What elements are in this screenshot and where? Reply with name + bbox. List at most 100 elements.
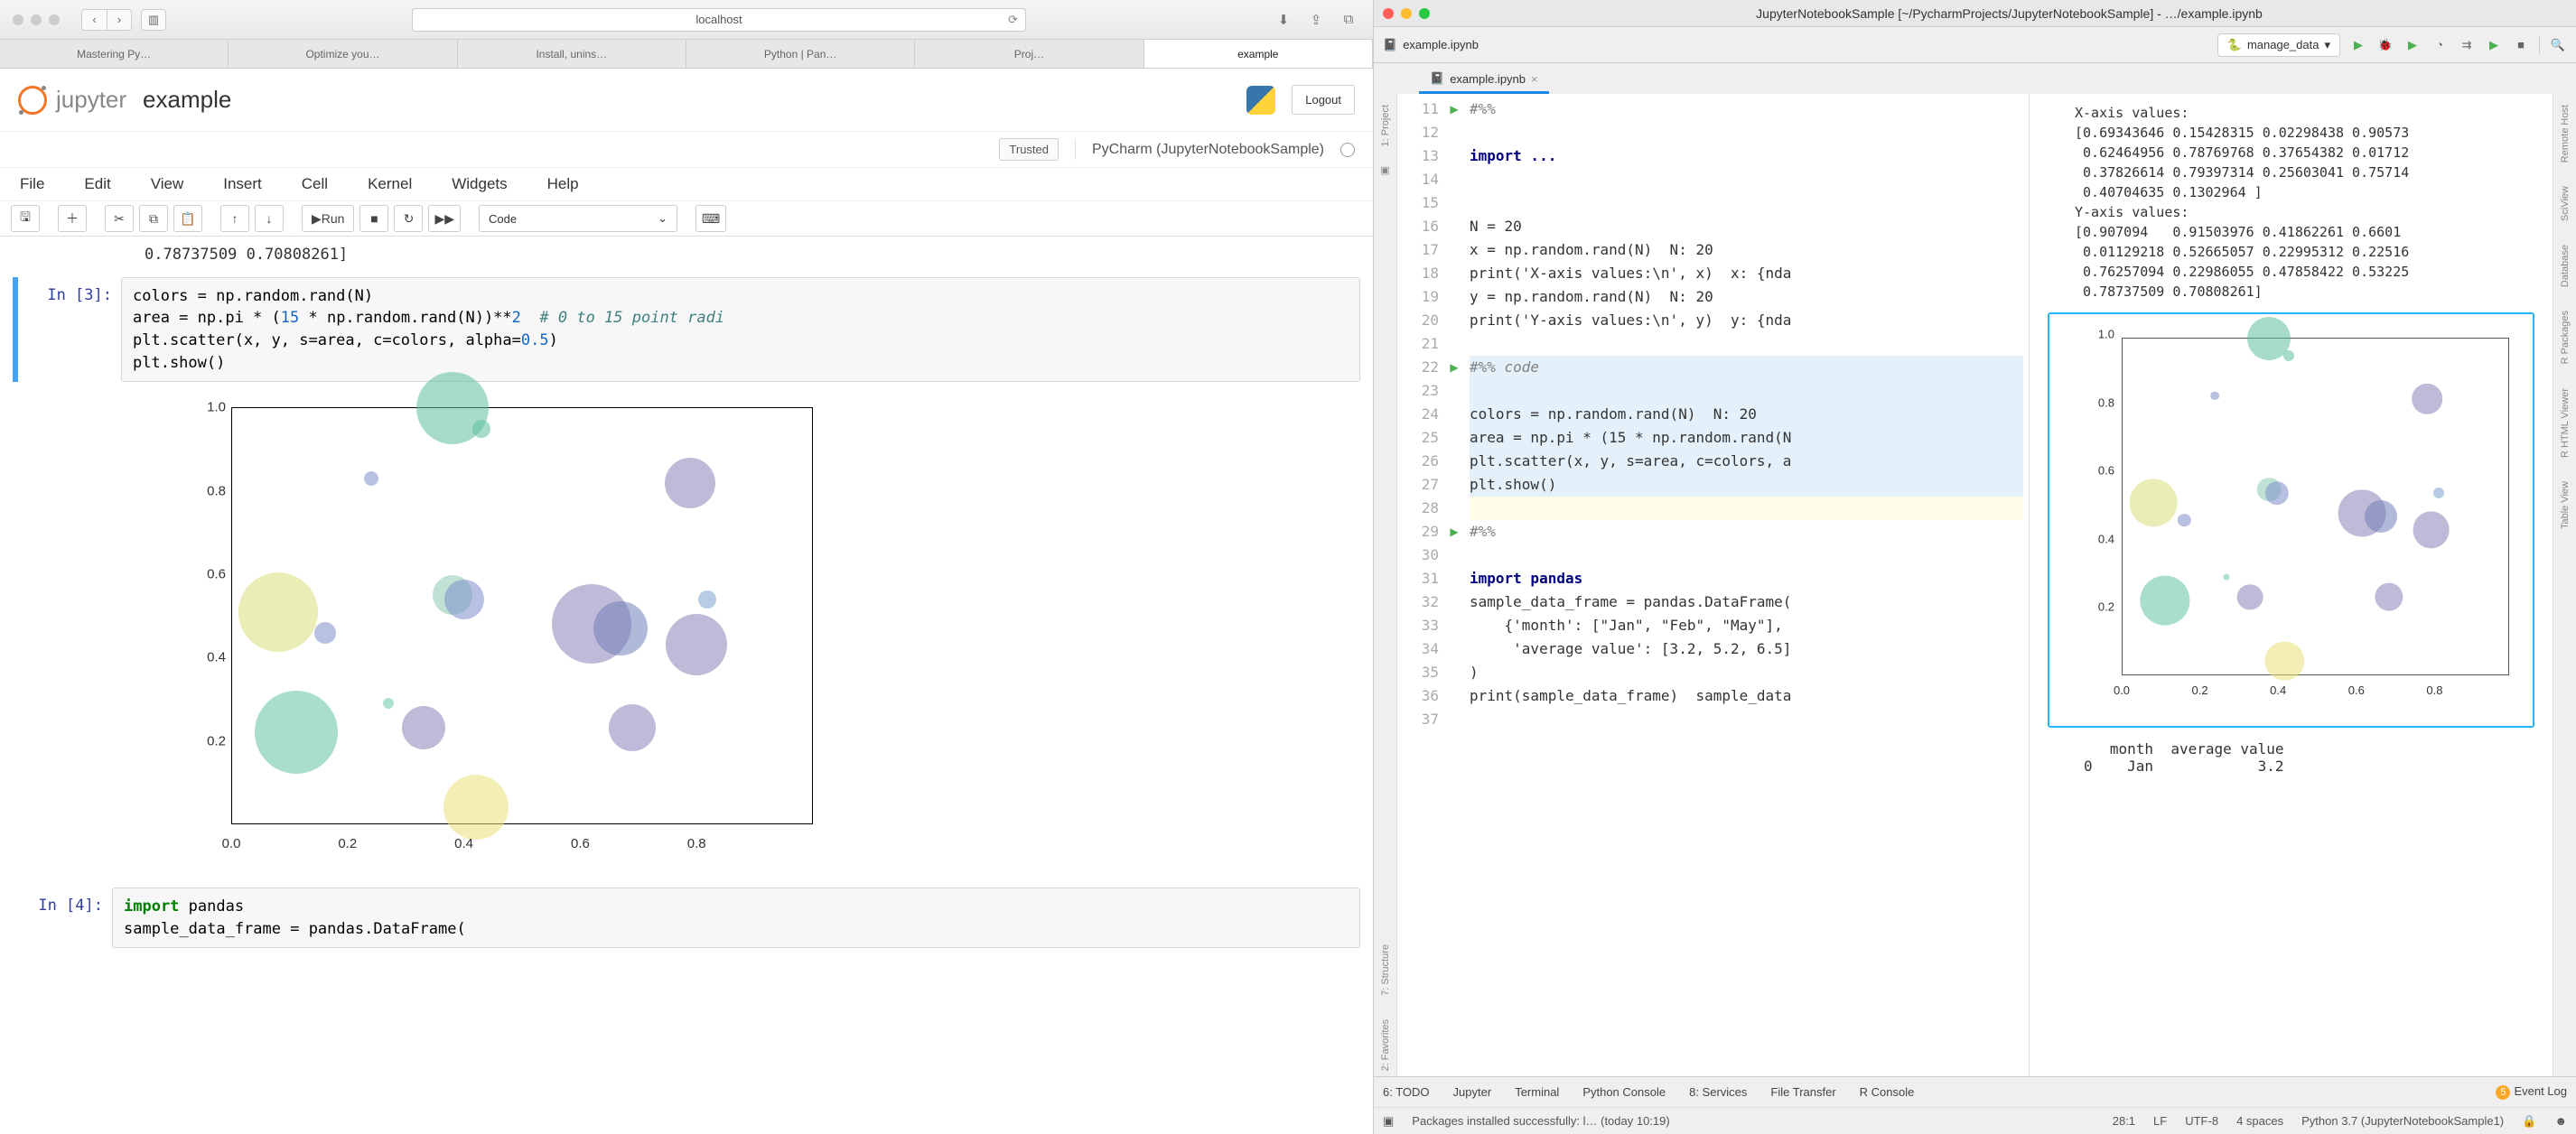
search-everywhere-icon[interactable]: 🔍 xyxy=(2549,36,2567,54)
profile-button[interactable]: ◔ xyxy=(2431,36,2449,54)
run-button[interactable]: ▶ xyxy=(2349,36,2367,54)
menu-widgets[interactable]: Widgets xyxy=(452,175,507,193)
rail-remote-host[interactable]: Remote Host xyxy=(2560,99,2571,168)
reload-icon[interactable]: ⟳ xyxy=(1008,13,1018,27)
bottom-jupyter[interactable]: Jupyter xyxy=(1453,1085,1492,1099)
status-pos[interactable]: 28:1 xyxy=(2113,1114,2135,1128)
in3-code[interactable]: colors = np.random.rand(N) area = np.pi … xyxy=(121,277,1360,383)
ide-max[interactable] xyxy=(1419,8,1430,19)
share-icon[interactable]: ⇪ xyxy=(1304,9,1328,31)
ide-titlebar: JupyterNotebookSample [~/PycharmProjects… xyxy=(1374,0,2576,27)
rail-table-view[interactable]: Table View xyxy=(2560,476,2571,534)
bottom-file-transfer[interactable]: File Transfer xyxy=(1770,1085,1835,1099)
status-icon: ▣ xyxy=(1383,1114,1394,1129)
run-config-select[interactable]: 🐍 manage_data ▾ xyxy=(2217,33,2340,57)
status-python[interactable]: Python 3.7 (JupyterNotebookSample1) xyxy=(2301,1114,2504,1128)
rail-database[interactable]: Database xyxy=(2560,239,2571,293)
safari-tab[interactable]: Mastering Py… xyxy=(0,40,229,68)
scatter-point xyxy=(593,601,648,655)
safari-tab[interactable]: example xyxy=(1144,40,1373,68)
paste-button[interactable]: 📋 xyxy=(173,205,202,232)
safari-tab[interactable]: Python | Pan… xyxy=(686,40,915,68)
stop-button[interactable]: ■ xyxy=(2512,36,2530,54)
debug-button[interactable]: 🐞 xyxy=(2376,36,2394,54)
bottom-6-todo[interactable]: 6: TODO xyxy=(1383,1085,1430,1099)
max-dot[interactable] xyxy=(49,14,60,25)
menu-insert[interactable]: Insert xyxy=(223,175,262,193)
menu-edit[interactable]: Edit xyxy=(84,175,110,193)
notebook-area[interactable]: 0.78737509 0.70808261] In [3]: colors = … xyxy=(0,237,1373,1134)
concurrency-button[interactable]: ⇉ xyxy=(2458,36,2476,54)
hector-icon[interactable]: ☻ xyxy=(2554,1114,2567,1128)
attach-button[interactable]: ▶ xyxy=(2485,36,2503,54)
sidebar-button[interactable]: ▥ xyxy=(141,9,166,31)
y-tick: 0.8 xyxy=(145,483,226,498)
close-dot[interactable] xyxy=(13,14,23,25)
rail-sciview[interactable]: SciView xyxy=(2560,181,2571,227)
cell-type-select[interactable]: Code⌄ xyxy=(479,205,677,232)
trust-row: Trusted PyCharm (JupyterNotebookSample) xyxy=(0,132,1373,168)
cell-in4[interactable]: In [4]: import pandas sample_data_frame … xyxy=(13,888,1360,948)
run-button[interactable]: ▶ Run xyxy=(302,205,354,232)
forward-button[interactable]: › xyxy=(107,9,132,31)
address-bar[interactable]: localhost ⟳ xyxy=(412,8,1026,32)
rail-r-packages[interactable]: R Packages xyxy=(2560,305,2571,369)
bottom-python-console[interactable]: Python Console xyxy=(1582,1085,1666,1099)
menu-file[interactable]: File xyxy=(20,175,44,193)
ide-close[interactable] xyxy=(1383,8,1394,19)
move-down-button[interactable]: ↓ xyxy=(255,205,284,232)
cut-button[interactable]: ✂ xyxy=(105,205,134,232)
rail-r-html-viewer[interactable]: R HTML Viewer xyxy=(2560,383,2571,463)
lock-icon[interactable]: 🔒 xyxy=(2522,1114,2536,1129)
menu-view[interactable]: View xyxy=(151,175,184,193)
menu-cell[interactable]: Cell xyxy=(302,175,328,193)
coverage-button[interactable]: ▶ xyxy=(2403,36,2422,54)
tabs-icon[interactable]: ⧉ xyxy=(1337,9,1360,31)
stop-button[interactable]: ■ xyxy=(359,205,388,232)
download-icon[interactable]: ⬇ xyxy=(1272,9,1295,31)
restart-button[interactable]: ↻ xyxy=(394,205,423,232)
bottom-r-console[interactable]: R Console xyxy=(1860,1085,1915,1099)
safari-tab[interactable]: Optimize you… xyxy=(229,40,457,68)
close-icon[interactable]: × xyxy=(1531,72,1538,86)
in4-code[interactable]: import pandas sample_data_frame = pandas… xyxy=(112,888,1360,948)
notebook-title[interactable]: example xyxy=(143,86,231,114)
python-icon: 🐍 xyxy=(2227,38,2242,52)
scatter-point xyxy=(314,622,336,644)
status-indent[interactable]: 4 spaces xyxy=(2236,1114,2283,1128)
ide-min[interactable] xyxy=(1401,8,1412,19)
trusted-button[interactable]: Trusted xyxy=(999,138,1059,161)
logout-button[interactable]: Logout xyxy=(1292,85,1355,115)
ide-status-bar: ▣ Packages installed successfully: l… (t… xyxy=(1374,1107,2576,1134)
cell-in3[interactable]: In [3]: colors = np.random.rand(N) area … xyxy=(13,277,1360,383)
y-tick: 0.6 xyxy=(145,567,226,582)
bottom-8-services[interactable]: 8: Services xyxy=(1689,1085,1747,1099)
folder-icon[interactable]: ▣ xyxy=(1380,164,1389,176)
save-button[interactable]: 🖫 xyxy=(11,205,40,232)
code-area[interactable]: #%% import ... N = 20x = np.random.rand(… xyxy=(1464,94,2029,1076)
scatter-point xyxy=(402,706,445,749)
rail-favorites[interactable]: 2: Favorites xyxy=(1380,1014,1391,1076)
event-log-button[interactable]: Event Log xyxy=(2514,1084,2567,1098)
status-lf[interactable]: LF xyxy=(2153,1114,2167,1128)
back-button[interactable]: ‹ xyxy=(81,9,107,31)
ide-file-tab[interactable]: 📓 example.ipynb xyxy=(1383,38,1479,52)
bottom-terminal[interactable]: Terminal xyxy=(1515,1085,1559,1099)
menu-kernel[interactable]: Kernel xyxy=(368,175,412,193)
command-palette-button[interactable]: ⌨ xyxy=(695,205,726,232)
status-message: Packages installed successfully: l… (tod… xyxy=(1412,1114,1669,1128)
rail-structure[interactable]: 7: Structure xyxy=(1380,939,1391,1001)
menu-help[interactable]: Help xyxy=(547,175,579,193)
safari-tab[interactable]: Proj… xyxy=(915,40,1143,68)
add-cell-button[interactable]: ＋ xyxy=(58,205,87,232)
editor[interactable]: 1112131415161718192021222324252627282930… xyxy=(1397,94,2030,1076)
rail-project[interactable]: 1: Project xyxy=(1380,99,1391,152)
left-tool-rail: 1: Project ▣ 7: Structure 2: Favorites xyxy=(1374,94,1397,1076)
move-up-button[interactable]: ↑ xyxy=(220,205,249,232)
status-enc[interactable]: UTF-8 xyxy=(2185,1114,2218,1128)
safari-tab[interactable]: Install, unins… xyxy=(458,40,686,68)
copy-button[interactable]: ⧉ xyxy=(139,205,168,232)
run-all-button[interactable]: ▶▶ xyxy=(428,205,461,232)
editor-tab[interactable]: 📓 example.ipynb × xyxy=(1419,66,1549,94)
min-dot[interactable] xyxy=(31,14,42,25)
